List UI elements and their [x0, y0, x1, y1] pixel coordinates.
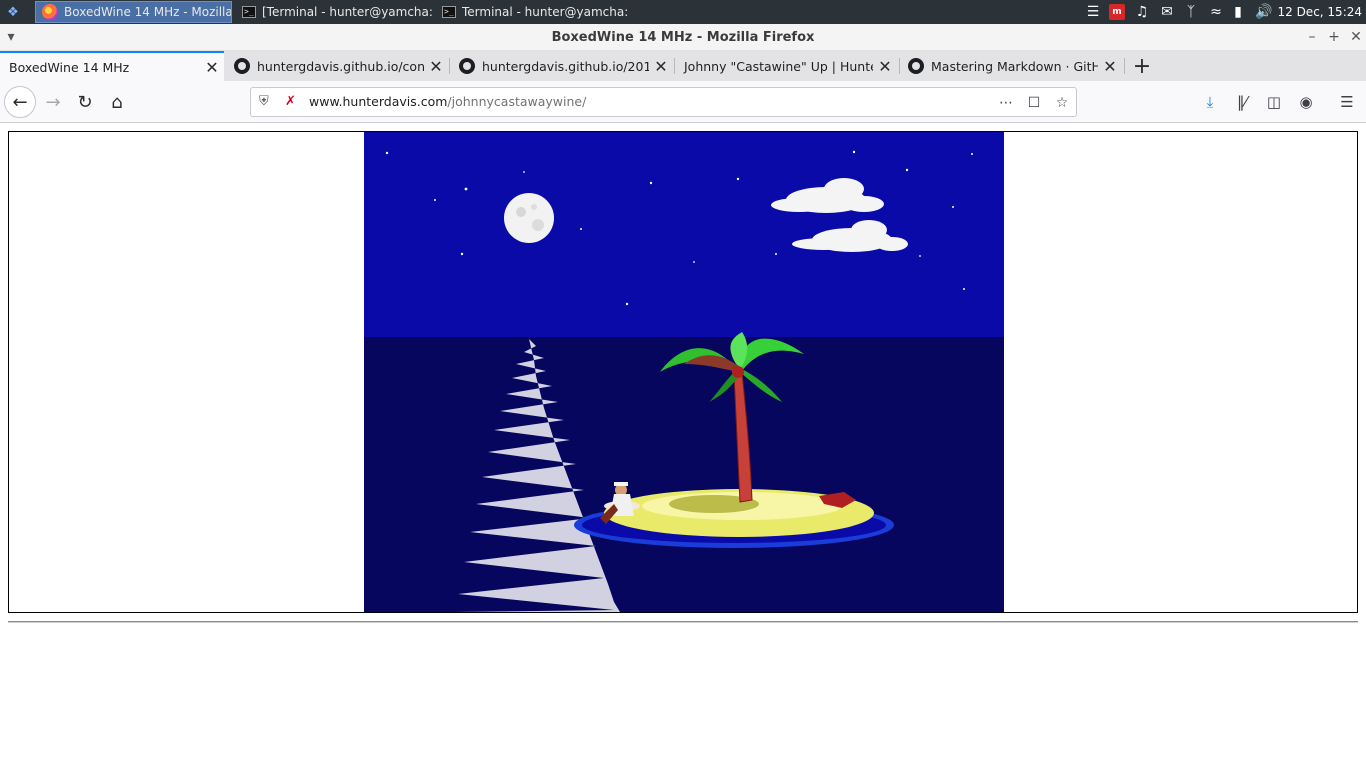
- home-icon[interactable]: ⌂: [101, 86, 133, 118]
- horizontal-rule: [8, 621, 1358, 623]
- tab-label: huntergdavis.github.io/content: [257, 58, 424, 74]
- github-icon: [908, 58, 924, 74]
- arrow-right-icon[interactable]: →: [37, 86, 69, 118]
- tab-github-content[interactable]: huntergdavis.github.io/content ✕: [226, 51, 448, 81]
- firefox-icon: [42, 4, 58, 20]
- sidebar-icon[interactable]: ◫: [1262, 90, 1286, 114]
- tray-app-icon[interactable]: m: [1109, 4, 1125, 20]
- insecure-lock-icon[interactable]: ✗: [285, 94, 301, 110]
- page-content: [0, 124, 1366, 768]
- hamburger-menu-icon[interactable]: ☰: [1335, 90, 1359, 114]
- clock[interactable]: 12 Dec, 15:24: [1277, 0, 1362, 24]
- taskbar-task-label: BoxedWine 14 MHz - Mozilla...: [64, 5, 232, 19]
- window-title: BoxedWine 14 MHz - Mozilla Firefox: [551, 30, 815, 45]
- terminal-icon: >_: [442, 6, 456, 18]
- tab-close-icon[interactable]: ✕: [873, 57, 897, 76]
- tab-separator: [449, 58, 450, 74]
- tab-mastering-markdown[interactable]: Mastering Markdown · GitHub ✕: [900, 51, 1122, 81]
- johnny-castaway-scene[interactable]: [364, 132, 1004, 612]
- navigation-toolbar: ← → ↻ ⌂ ⛨ ✗ www.hunterdavis.com/johnnyca…: [0, 81, 1366, 123]
- pocket-icon[interactable]: ☐: [1024, 93, 1044, 113]
- new-tab-icon[interactable]: +: [1128, 51, 1156, 81]
- tab-johnny-castawine[interactable]: Johnny "Castawine" Up | HunterD ✕: [675, 51, 897, 81]
- taskbar-task-label: Terminal - hunter@yamcha: ...: [462, 5, 633, 19]
- account-icon[interactable]: ◉: [1294, 90, 1318, 114]
- app-menu-icon[interactable]: ❖: [3, 3, 23, 21]
- taskbar-task-firefox[interactable]: BoxedWine 14 MHz - Mozilla...: [35, 1, 232, 23]
- tab-close-icon[interactable]: ✕: [200, 58, 224, 77]
- system-taskbar: ❖ BoxedWine 14 MHz - Mozilla... >_ [Term…: [0, 0, 1366, 24]
- window-close-icon[interactable]: ✕: [1347, 28, 1365, 46]
- tab-close-icon[interactable]: ✕: [1098, 57, 1122, 76]
- tab-close-icon[interactable]: ✕: [424, 57, 448, 76]
- battery-icon[interactable]: ▮: [1230, 0, 1246, 24]
- moon: [504, 193, 554, 243]
- github-icon: [459, 58, 475, 74]
- mail-icon[interactable]: ✉: [1155, 0, 1179, 24]
- page-actions-icon[interactable]: ⋯: [996, 93, 1016, 113]
- taskbar-task-terminal-2[interactable]: >_ Terminal - hunter@yamcha: ...: [436, 1, 633, 23]
- taskbar-task-terminal-1[interactable]: >_ [Terminal - hunter@yamcha: ...: [236, 1, 433, 23]
- maximize-icon[interactable]: +: [1325, 28, 1343, 46]
- night-sky: [364, 132, 1004, 337]
- volume-icon[interactable]: 🔊: [1253, 0, 1275, 24]
- wifi-icon[interactable]: ☰: [1082, 0, 1104, 24]
- tracking-protection-shield-icon[interactable]: ⛨: [259, 94, 273, 110]
- window-titlebar: ▾ BoxedWine 14 MHz - Mozilla Firefox – +…: [0, 24, 1366, 51]
- reload-icon[interactable]: ↻: [69, 86, 101, 118]
- address-bar[interactable]: ⛨ ✗ www.hunterdavis.com/johnnycastawaywi…: [250, 87, 1077, 117]
- tab-label: BoxedWine 14 MHz: [9, 59, 130, 75]
- boxedwine-emulator-frame[interactable]: [8, 131, 1358, 613]
- tab-separator: [1124, 58, 1125, 74]
- url-path: /johnnycastawaywine/: [447, 94, 587, 109]
- terminal-icon: >_: [242, 6, 256, 18]
- download-icon[interactable]: ⤓: [1198, 90, 1222, 114]
- arrow-left-icon[interactable]: ←: [4, 86, 36, 118]
- notification-bell-icon[interactable]: ♫: [1132, 0, 1152, 24]
- tab-strip: BoxedWine 14 MHz ✕ huntergdavis.github.i…: [0, 51, 1366, 81]
- minimize-icon[interactable]: –: [1303, 28, 1321, 46]
- taskbar-task-label: [Terminal - hunter@yamcha: ...: [262, 5, 433, 19]
- night-sea: [364, 337, 1004, 612]
- tab-boxedwine[interactable]: BoxedWine 14 MHz ✕: [0, 51, 224, 81]
- tab-label: Johnny "Castawine" Up | HunterD: [684, 58, 873, 74]
- tab-label: huntergdavis.github.io/2019-: [482, 58, 649, 74]
- bookmark-star-icon[interactable]: ☆: [1052, 93, 1072, 113]
- tab-github-2019[interactable]: huntergdavis.github.io/2019- ✕: [451, 51, 673, 81]
- bluetooth-icon[interactable]: ᛉ: [1183, 0, 1199, 24]
- github-icon: [234, 58, 250, 74]
- url-domain: www.hunterdavis.com: [309, 94, 448, 109]
- library-icon[interactable]: ‖⁄: [1230, 90, 1254, 114]
- network-icon[interactable]: ≈: [1205, 0, 1227, 24]
- tab-label: Mastering Markdown · GitHub: [931, 58, 1098, 74]
- url-text[interactable]: www.hunterdavis.com/johnnycastawaywine/: [309, 88, 586, 116]
- tab-close-icon[interactable]: ✕: [649, 57, 673, 76]
